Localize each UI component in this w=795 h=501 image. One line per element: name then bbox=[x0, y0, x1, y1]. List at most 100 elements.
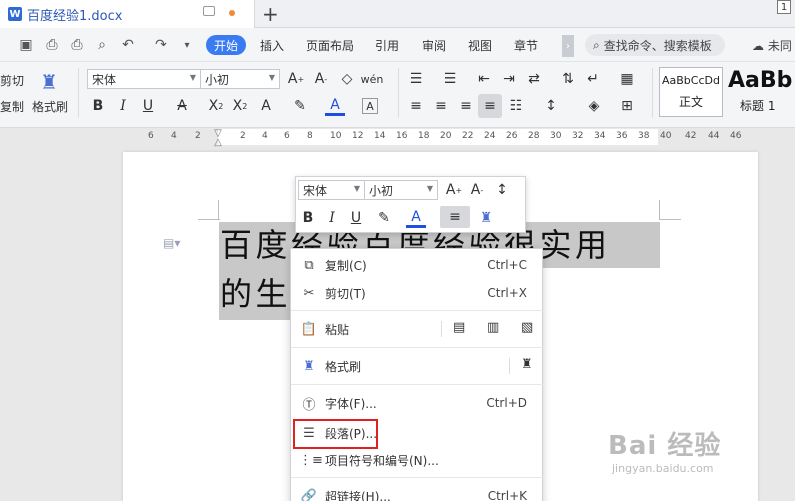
menu-item-cut[interactable]: ✂ 剪切(T) Ctrl+X bbox=[291, 279, 544, 307]
indent-marker-icon[interactable]: ▽ △ bbox=[213, 129, 223, 148]
numbered-list-icon[interactable]: ☰ bbox=[440, 69, 460, 89]
align-left-icon[interactable]: ≡ bbox=[406, 96, 426, 116]
new-tab-button[interactable]: + bbox=[262, 2, 279, 26]
format-painter-button[interactable]: 格式刷 bbox=[32, 98, 68, 115]
mini-font-name-select[interactable]: 宋体 ▼ bbox=[298, 180, 365, 200]
mini-grow-font-icon[interactable]: A + bbox=[444, 180, 464, 200]
crop-mark bbox=[198, 219, 220, 220]
mini-bold-icon[interactable]: B bbox=[298, 208, 318, 228]
tab-home[interactable]: 开始 bbox=[206, 35, 246, 55]
multi-format-painter-icon[interactable]: ♜ bbox=[521, 357, 533, 372]
sort-icon[interactable]: ⇅ bbox=[558, 69, 578, 89]
paste-merge-format-icon[interactable]: ▥ bbox=[487, 320, 499, 335]
strikethrough-icon[interactable]: A bbox=[172, 96, 192, 116]
command-search[interactable]: ⌕ 查找命令、搜索模板 bbox=[585, 34, 725, 56]
increase-indent-icon[interactable]: ⇥ bbox=[499, 69, 519, 89]
menu-item-font[interactable]: Ⓣ 字体(F)... Ctrl+D bbox=[291, 389, 544, 417]
subscript-icon[interactable]: X2 bbox=[230, 96, 250, 116]
asian-layout-icon[interactable]: ⇄ bbox=[524, 69, 544, 89]
link-icon: 🔗 bbox=[300, 488, 318, 501]
ruler-tick-label: 12 bbox=[352, 131, 364, 141]
document-line-2[interactable]: 的生 bbox=[220, 274, 291, 314]
text-effect-icon[interactable]: A bbox=[256, 96, 276, 116]
divider bbox=[78, 68, 79, 118]
export-pdf-icon[interactable]: ⎙ bbox=[43, 36, 61, 54]
cut-button[interactable]: 剪切 bbox=[0, 72, 24, 89]
distributed-icon[interactable]: ☷ bbox=[506, 96, 526, 116]
tab-page-layout[interactable]: 页面布局 bbox=[306, 37, 354, 54]
redo-icon[interactable]: ↷ bbox=[152, 36, 170, 54]
format-painter-icon[interactable]: ♜ bbox=[40, 70, 60, 94]
mini-shrink-font-icon[interactable]: A- bbox=[467, 180, 487, 200]
decrease-indent-icon[interactable]: ⇤ bbox=[474, 69, 494, 89]
align-right-icon[interactable]: ≡ bbox=[456, 96, 476, 116]
mini-font-size-select[interactable]: 小初 ▼ bbox=[364, 180, 438, 200]
borders-icon[interactable]: ⊞ bbox=[617, 96, 637, 116]
show-marks-icon[interactable]: ↵ bbox=[583, 69, 603, 89]
style-normal-label: 正文 bbox=[678, 95, 703, 109]
menu-item-bullets-numbering[interactable]: ⋮≡ 项目符号和编号(N)... bbox=[291, 446, 544, 474]
char-border-icon[interactable]: A bbox=[362, 98, 378, 114]
monitor-icon[interactable] bbox=[203, 6, 215, 16]
align-center-icon[interactable]: ≡ bbox=[431, 96, 451, 116]
ruler-tick-label: 20 bbox=[440, 131, 452, 141]
mini-italic-icon[interactable]: I bbox=[322, 208, 342, 228]
shading-icon[interactable]: ◈ bbox=[584, 96, 604, 116]
tab-insert[interactable]: 插入 bbox=[260, 37, 284, 54]
bold-icon[interactable]: B bbox=[88, 96, 108, 116]
window-count-badge[interactable]: 1 bbox=[777, 0, 791, 14]
menu-item-copy[interactable]: ⧉ 复制(C) Ctrl+C bbox=[291, 251, 544, 279]
italic-icon[interactable]: I bbox=[113, 96, 133, 116]
highlight-icon[interactable]: ✎ bbox=[290, 96, 310, 116]
font-name-select[interactable]: 宋体 ▼ bbox=[87, 69, 201, 89]
copy-button[interactable]: 复制 bbox=[0, 98, 24, 115]
crop-mark bbox=[659, 200, 660, 220]
ruler-tick-label: 46 bbox=[730, 131, 742, 141]
superscript-icon[interactable]: X2 bbox=[206, 96, 226, 116]
mini-underline-icon[interactable]: U bbox=[346, 208, 366, 228]
ruler-tick-label: 6 bbox=[148, 131, 154, 141]
mini-align-icon[interactable]: ≡ bbox=[440, 206, 470, 228]
customize-dropdown-icon[interactable]: ▾ bbox=[178, 36, 196, 54]
font-size-select[interactable]: 小初 ▼ bbox=[200, 69, 280, 89]
mini-font-color-icon[interactable]: A bbox=[406, 208, 426, 228]
bullet-list-icon[interactable]: ☰ bbox=[406, 69, 426, 89]
paste-text-only-icon[interactable]: ▧ bbox=[521, 320, 533, 335]
ruler-tick-label: 2 bbox=[240, 131, 246, 141]
style-heading1[interactable]: AaBb 标题 1 bbox=[726, 67, 795, 117]
mini-highlight-icon[interactable]: ✎ bbox=[374, 208, 394, 228]
mini-line-spacing-icon[interactable]: ↕ bbox=[492, 180, 512, 200]
cloud-sync-status[interactable]: ☁ 未同 bbox=[752, 37, 792, 54]
line-spacing-icon[interactable]: ↕ bbox=[541, 96, 561, 116]
paragraph-handle-icon[interactable]: ▤▾ bbox=[163, 236, 180, 250]
menu-item-hyperlink[interactable]: 🔗 超链接(H)... Ctrl+K bbox=[291, 482, 544, 501]
paste-keep-format-icon[interactable]: ▤ bbox=[453, 320, 465, 335]
justify-icon[interactable]: ≡ bbox=[478, 94, 502, 118]
undo-icon[interactable]: ↶ bbox=[119, 36, 137, 54]
font-color-icon[interactable]: A bbox=[325, 96, 345, 116]
menu-item-label: 格式刷 bbox=[325, 359, 362, 374]
shrink-font-icon[interactable]: A- bbox=[311, 69, 331, 89]
underline-icon[interactable]: U bbox=[138, 96, 158, 116]
print-icon[interactable]: ⎙ bbox=[68, 36, 86, 54]
style-normal[interactable]: AaBbCcDd 正文 bbox=[659, 67, 723, 117]
menu-item-label: 复制(C) bbox=[325, 258, 367, 273]
save-icon[interactable]: ▣ bbox=[17, 36, 35, 54]
print-preview-icon[interactable]: ⌕ bbox=[93, 36, 111, 54]
tab-view[interactable]: 视图 bbox=[468, 37, 492, 54]
menu-item-paste[interactable]: 📋 粘贴 ▤ ▥ ▧ bbox=[291, 315, 544, 343]
mini-format-painter-icon[interactable]: ♜ bbox=[476, 208, 496, 228]
grow-font-icon[interactable]: A + bbox=[286, 69, 306, 89]
tab-chapter[interactable]: 章节 bbox=[514, 37, 538, 54]
tab-references[interactable]: 引用 bbox=[375, 37, 399, 54]
ruler-tick-label: 40 bbox=[660, 131, 672, 141]
document-tab[interactable]: W 百度经验1.docx bbox=[0, 0, 255, 28]
phonetic-guide-icon[interactable]: wén bbox=[361, 69, 384, 89]
more-tabs-arrow-icon[interactable]: › bbox=[562, 35, 574, 57]
ruler-tick-label: 14 bbox=[374, 131, 386, 141]
menu-item-format-painter[interactable]: ♜ 格式刷 ♜ bbox=[291, 352, 544, 380]
table-tools-icon[interactable]: ▦ bbox=[617, 69, 637, 89]
clear-format-icon[interactable]: ◇ bbox=[337, 69, 357, 89]
tab-review[interactable]: 审阅 bbox=[422, 37, 446, 54]
ruler-tick-label: 26 bbox=[506, 131, 518, 141]
